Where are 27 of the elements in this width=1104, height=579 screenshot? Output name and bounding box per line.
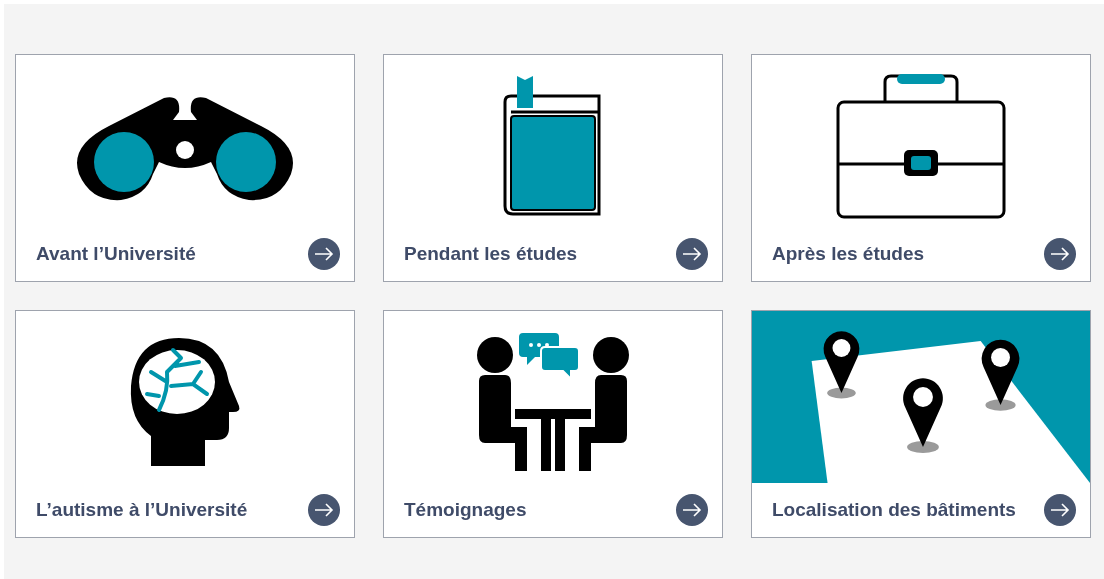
- card-title: Localisation des bâtiments: [772, 497, 1016, 522]
- card[interactable]: Après les études: [751, 54, 1091, 282]
- arrow-button[interactable]: [308, 238, 340, 270]
- briefcase-icon: [835, 72, 1007, 220]
- arrow-button[interactable]: [1044, 494, 1076, 526]
- card-title: Pendant les études: [404, 241, 578, 266]
- card[interactable]: L’autisme à l’Université: [15, 310, 355, 538]
- arrow-right-icon: [682, 503, 702, 517]
- arrow-right-icon: [314, 503, 334, 517]
- arrow-button[interactable]: [676, 494, 708, 526]
- arrow-right-icon: [682, 247, 702, 261]
- card-title: Après les études: [772, 241, 925, 266]
- card-title: Avant l’Université: [36, 241, 196, 266]
- card[interactable]: Avant l’Université: [15, 54, 355, 282]
- card[interactable]: Pendant les études: [383, 54, 723, 282]
- arrow-button[interactable]: [676, 238, 708, 270]
- card-title: Témoignages: [404, 497, 527, 522]
- arrow-right-icon: [1050, 503, 1070, 517]
- arrow-right-icon: [1050, 247, 1070, 261]
- arrow-right-icon: [314, 247, 334, 261]
- arrow-button[interactable]: [308, 494, 340, 526]
- arrow-button[interactable]: [1044, 238, 1076, 270]
- card[interactable]: Témoignages: [383, 310, 723, 538]
- card-title: L’autisme à l’Université: [36, 497, 248, 522]
- card[interactable]: Localisation des bâtiments: [751, 310, 1091, 538]
- meeting-icon: [475, 331, 631, 473]
- head-brain-icon: [129, 336, 241, 468]
